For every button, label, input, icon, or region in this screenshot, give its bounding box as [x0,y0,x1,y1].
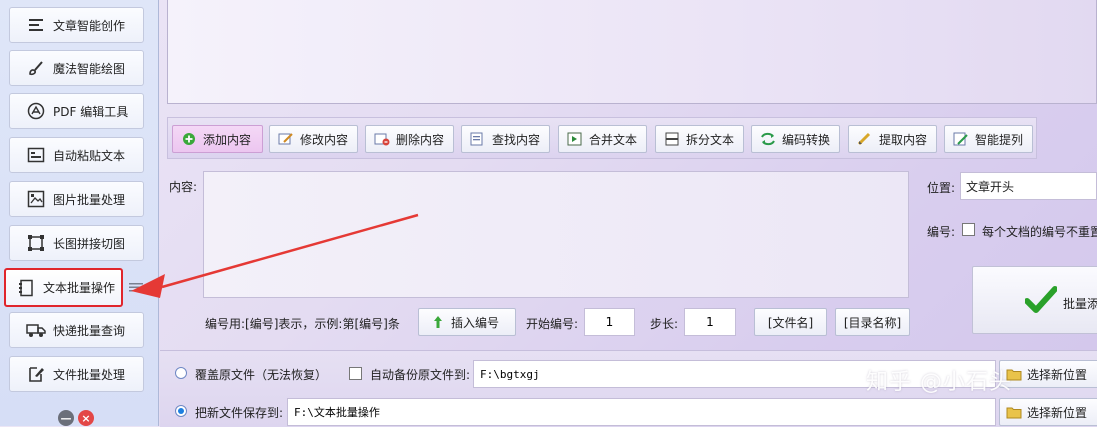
sidebar-item-image-batch[interactable]: 图片批量处理 [9,181,144,217]
action-toolbar: 添加内容 修改内容 删除内容 查找内容 合并文本 拆分文本 编码转换 提取内容 … [167,117,1037,159]
position-label: 位置: [927,181,956,195]
choose-backup-location-button[interactable]: 选择新位置 [999,360,1097,388]
insert-number-button[interactable]: 插入编号 [418,308,516,336]
close-button[interactable]: × [78,410,94,426]
sidebar-item-label: 文本批量操作 [43,281,116,295]
truck-icon [26,320,46,340]
position-value: 文章开头 [966,179,1015,194]
sidebar-item-express-query[interactable]: 快递批量查询 [9,312,144,348]
start-number-input[interactable] [584,308,635,336]
choose-location-label: 选择新位置 [1027,405,1088,420]
crop-icon [26,233,46,253]
extract-content-label: 提取内容 [879,132,928,147]
batch-add-button[interactable]: 批量添 [972,266,1097,334]
sidebar-item-file-batch[interactable]: 文件批量处理 [9,356,144,392]
sidebar-item-label: 文章智能创作 [53,18,126,33]
number-label: 编号: [927,225,956,239]
sidebar-item-label: 长图拼接切图 [53,236,126,251]
extract-icon [857,131,873,147]
overwrite-radio[interactable] [175,367,187,379]
save-new-radio[interactable] [175,405,187,417]
sidebar-item-label: 快递批量查询 [53,323,126,338]
merge-text-button[interactable]: 合并文本 [558,125,647,153]
save-new-label: 把新文件保存到: [195,406,284,420]
no-reset-checkbox-label: 每个文档的编号不重置 [982,225,1097,239]
sidebar-item-auto-paste[interactable]: 自动粘贴文本 [9,137,144,173]
add-icon [181,131,197,147]
filename-tag-label: [文件名] [767,315,814,330]
split-icon [664,131,680,147]
convert-icon [760,131,776,147]
window-controls: — × [58,410,94,426]
merge-text-label: 合并文本 [589,132,638,147]
folder-icon [1006,406,1022,419]
delete-content-button[interactable]: 删除内容 [365,125,454,153]
smart-column-button[interactable]: 智能提列 [944,125,1033,153]
content-label: 内容: [169,180,198,194]
content-textarea[interactable] [203,171,909,298]
minimize-icon: — [60,411,72,425]
magic-brush-icon [26,58,46,78]
drag-handle-icon[interactable] [128,281,144,292]
numbering-hint: 编号用:[编号]表示，示例:第[编号]条 [205,317,400,331]
no-reset-checkbox[interactable] [962,223,975,236]
delete-icon [374,131,390,147]
smart-column-icon [953,131,969,147]
sidebar-item-label: 魔法智能绘图 [53,61,126,76]
save-new-path-input[interactable] [287,398,996,426]
sidebar-item-label: 文件批量处理 [53,367,126,382]
close-icon: × [81,411,91,425]
watermark: 知乎 @小石头 [866,370,1012,395]
sidebar-item-label: PDF 编辑工具 [53,104,129,119]
find-content-button[interactable]: 查找内容 [461,125,550,153]
backup-label: 自动备份原文件到: [370,368,471,382]
merge-icon [567,131,583,147]
sidebar-item-pdf-tools[interactable]: PDF 编辑工具 [9,93,144,129]
add-content-label: 添加内容 [203,132,252,147]
image-icon [26,189,46,209]
filename-tag-button[interactable]: [文件名] [754,308,827,336]
minimize-button[interactable]: — [58,410,74,426]
sidebar-item-label: 自动粘贴文本 [53,148,126,163]
delete-content-label: 删除内容 [396,132,445,147]
notebook-icon [16,278,36,298]
sidebar-item-long-image[interactable]: 长图拼接切图 [9,225,144,261]
encoding-convert-label: 编码转换 [782,132,831,147]
dirname-tag-label: [目录名称] [843,315,902,330]
file-edit-icon [26,364,46,384]
batch-add-label: 批量添 [1063,297,1097,311]
up-arrow-icon [433,315,443,329]
edit-content-label: 修改内容 [300,132,349,147]
pdf-icon [26,101,46,121]
step-input[interactable] [684,308,736,336]
split-text-label: 拆分文本 [686,132,735,147]
add-content-button[interactable]: 添加内容 [172,125,263,153]
encoding-convert-button[interactable]: 编码转换 [751,125,840,153]
checkmark-icon [1024,285,1058,318]
choose-save-location-button[interactable]: 选择新位置 [999,398,1097,426]
find-content-label: 查找内容 [492,132,541,147]
choose-location-label: 选择新位置 [1027,367,1088,382]
backup-checkbox[interactable] [349,367,362,380]
extract-content-button[interactable]: 提取内容 [848,125,937,153]
position-select[interactable]: 文章开头 [960,172,1097,200]
start-number-label: 开始编号: [526,317,579,331]
smart-column-label: 智能提列 [975,132,1024,147]
insert-number-label: 插入编号 [451,315,500,330]
paste-icon [26,145,46,165]
sidebar-item-label: 图片批量处理 [53,192,126,207]
sidebar-item-magic-drawing[interactable]: 魔法智能绘图 [9,50,144,86]
step-label: 步长: [650,317,679,331]
preview-panel [167,0,1097,104]
sidebar: 文章智能创作 魔法智能绘图 PDF 编辑工具 自动粘贴文本 图片批量处理 长图拼… [0,0,159,426]
edit-content-button[interactable]: 修改内容 [269,125,358,153]
dirname-tag-button[interactable]: [目录名称] [835,308,910,336]
sidebar-item-text-batch[interactable]: 文本批量操作 [4,268,123,307]
find-icon [470,131,486,147]
sidebar-item-article-creation[interactable]: 文章智能创作 [9,7,144,43]
overwrite-label: 覆盖原文件（无法恢复） [195,368,328,382]
split-text-button[interactable]: 拆分文本 [655,125,744,153]
lines-icon [26,15,46,35]
edit-icon [278,131,294,147]
